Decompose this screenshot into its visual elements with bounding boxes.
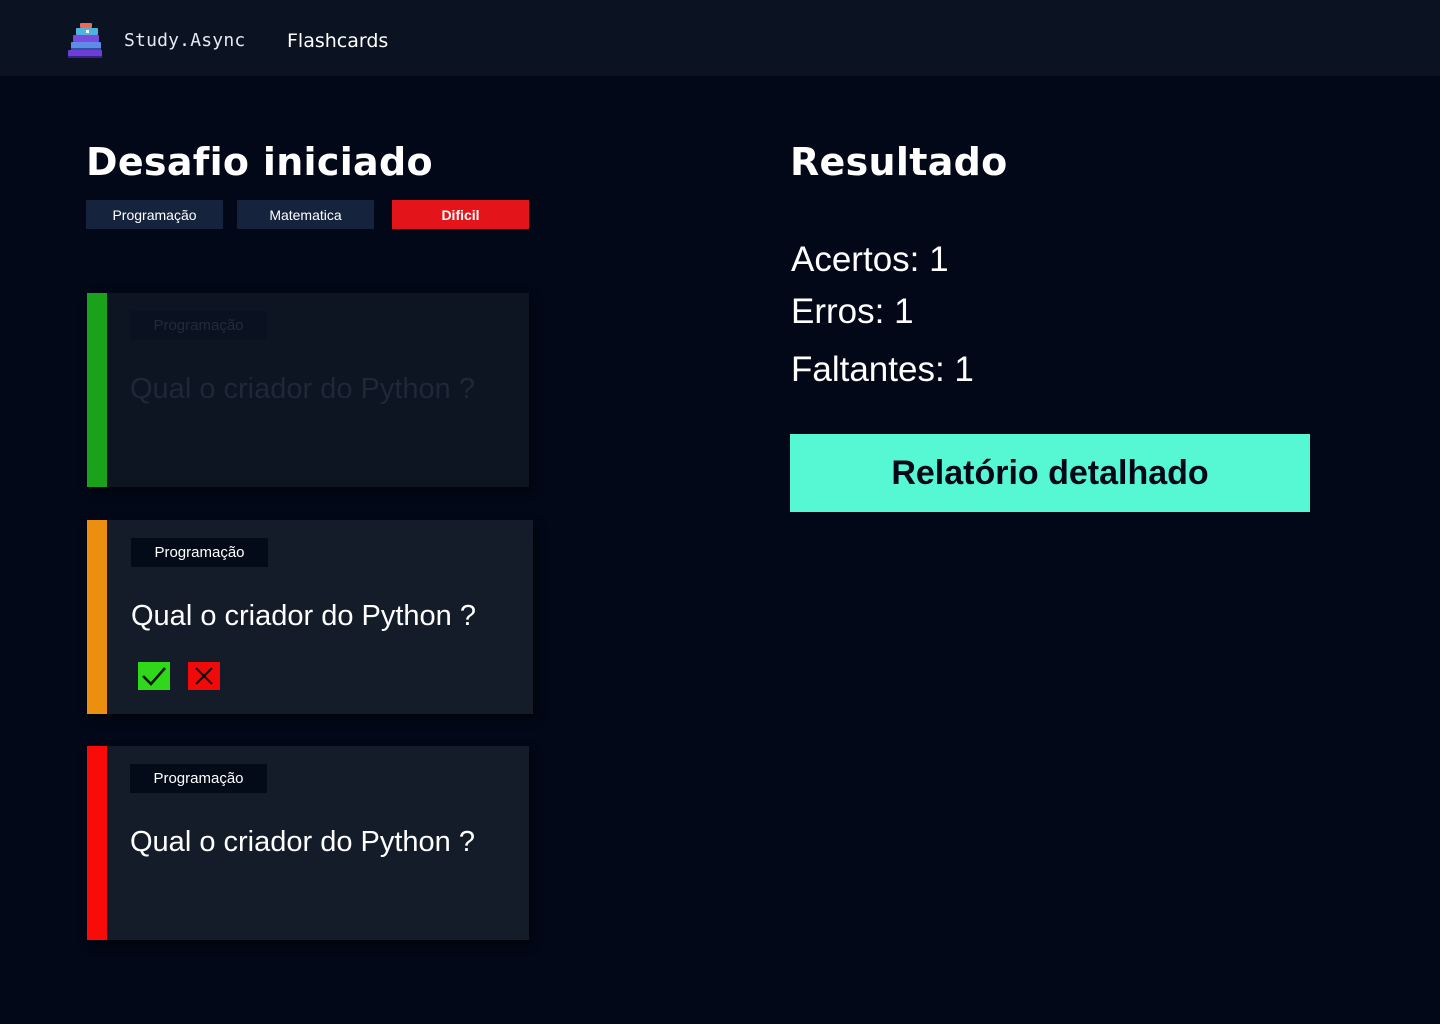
- mark-wrong-button[interactable]: [188, 662, 220, 690]
- card-status-stripe-current: [87, 520, 107, 714]
- book-stack-icon[interactable]: [66, 22, 106, 62]
- flashcard-1[interactable]: Programação Qual o criador do Python ?: [87, 293, 529, 487]
- result-title: Resultado: [790, 140, 1008, 184]
- card-question: Qual o criador do Python ?: [130, 826, 475, 858]
- stat-erros: Erros: 1: [791, 292, 914, 331]
- stat-acertos: Acertos: 1: [791, 240, 949, 279]
- check-icon: [142, 667, 166, 686]
- nav-link-flashcards[interactable]: Flashcards: [287, 30, 388, 52]
- close-icon: [195, 667, 213, 685]
- card-category-chip: Programação: [130, 764, 267, 793]
- flashcard-2[interactable]: Programação Qual o criador do Python ?: [87, 520, 533, 714]
- difficulty-badge: Dificil: [392, 200, 529, 229]
- card-question: Qual o criador do Python ?: [130, 373, 475, 405]
- card-status-stripe-correct: [87, 293, 107, 487]
- stat-faltantes: Faltantes: 1: [791, 350, 974, 389]
- category-tag-programacao[interactable]: Programação: [86, 200, 223, 229]
- mark-correct-button[interactable]: [138, 662, 170, 690]
- brand-name: Study.Async: [124, 30, 246, 51]
- category-tag-matematica[interactable]: Matematica: [237, 200, 374, 229]
- card-category-chip: Programação: [131, 538, 268, 567]
- flashcard-3[interactable]: Programação Qual o criador do Python ?: [87, 746, 529, 940]
- card-question: Qual o criador do Python ?: [131, 600, 476, 632]
- top-nav-bar: Study.Async Flashcards: [0, 0, 1440, 76]
- challenge-title: Desafio iniciado: [86, 140, 433, 184]
- card-status-stripe-wrong: [87, 746, 107, 940]
- detailed-report-button[interactable]: Relatório detalhado: [790, 434, 1310, 512]
- card-category-chip: Programação: [130, 311, 267, 340]
